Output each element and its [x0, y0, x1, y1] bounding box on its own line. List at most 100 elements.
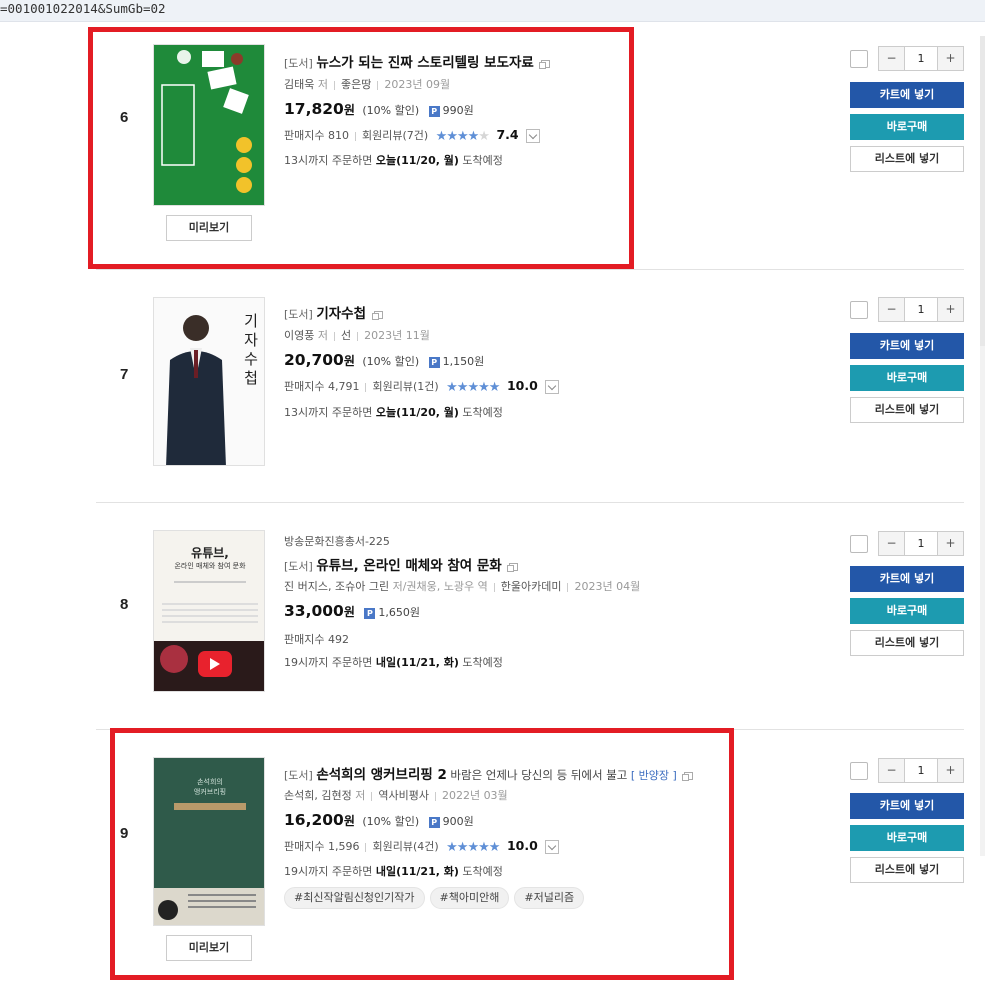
qty-minus-button[interactable]: −	[879, 759, 904, 782]
sale-price: 33,000	[284, 602, 344, 620]
series-link[interactable]: 방송문화진흥총서-225	[284, 535, 390, 548]
row-divider	[96, 269, 964, 270]
svg-text:기: 기	[244, 312, 258, 330]
buy-now-button[interactable]: 바로구매	[850, 114, 964, 140]
rating-score: 10.0	[506, 378, 538, 393]
select-checkbox[interactable]	[850, 535, 868, 553]
cover-art: 유튜브, 온라인 매체와 참여 문화	[154, 531, 264, 691]
points-icon: P	[428, 356, 440, 368]
qty-input[interactable]: 1	[904, 47, 938, 70]
stats-line: 판매지수 4,791 회원리뷰(1건) ★★★★★ 10.0	[284, 378, 560, 395]
add-to-cart-button[interactable]: 카트에 넣기	[850, 82, 964, 108]
row-divider	[96, 502, 964, 503]
svg-text:유튜브,: 유튜브,	[191, 546, 229, 560]
quantity-stepper[interactable]: − 1 +	[878, 758, 964, 783]
author-line: 진 버지스, 조슈아 그린 저/권채웅, 노광우 역 한울아카데미 2023년 04…	[284, 578, 640, 594]
new-window-icon[interactable]	[507, 563, 519, 572]
delivery-line: 13시까지 주문하면 오늘(11/20, 월) 도착예정	[284, 404, 503, 420]
pub-date: 2023년 04월	[574, 580, 641, 593]
book-title-link[interactable]: 기자수첩	[316, 306, 366, 322]
book-cover-image[interactable]: 기 자 수 첩	[153, 297, 265, 466]
delivery-line: 19시까지 주문하면 내일(11/21, 화) 도착예정	[284, 654, 503, 670]
quantity-stepper[interactable]: − 1 +	[878, 531, 964, 556]
rating-dropdown-icon[interactable]	[545, 380, 560, 394]
sales-index: 판매지수 4,791	[284, 380, 360, 393]
add-to-cart-button[interactable]: 카트에 넣기	[850, 566, 964, 592]
separator	[334, 331, 335, 341]
points-icon: P	[364, 607, 376, 619]
add-to-cart-button[interactable]: 카트에 넣기	[850, 333, 964, 359]
qty-plus-button[interactable]: +	[938, 47, 963, 70]
qty-minus-button[interactable]: −	[879, 47, 904, 70]
delivery-prefix: 19시까지 주문하면	[284, 656, 373, 669]
select-checkbox[interactable]	[850, 50, 868, 68]
delivery-day: 오늘(11/20, 월)	[375, 406, 459, 419]
book-title-link[interactable]: 유튜브, 온라인 매체와 참여 문화	[316, 558, 501, 574]
price-unit: 원	[343, 605, 355, 619]
category-label: [도서]	[284, 560, 313, 573]
qty-plus-button[interactable]: +	[938, 759, 963, 782]
qty-minus-button[interactable]: −	[879, 298, 904, 321]
publisher-link[interactable]: 선	[341, 329, 351, 342]
add-to-cart-button[interactable]: 카트에 넣기	[850, 793, 964, 819]
address-bar-text[interactable]: =001001022014&SumGb=02	[0, 0, 985, 22]
new-window-icon[interactable]	[371, 311, 383, 320]
svg-text:첩: 첩	[244, 369, 258, 387]
delivery-suffix: 도착예정	[462, 656, 503, 669]
svg-text:수: 수	[244, 350, 258, 368]
separator	[357, 331, 359, 341]
price-line: 33,000원 P 1,650원	[284, 602, 420, 620]
publisher-link[interactable]: 한울아카데미	[501, 580, 562, 593]
select-checkbox[interactable]	[850, 762, 868, 780]
title-line: [도서] 유튜브, 온라인 매체와 참여 문화	[284, 554, 519, 574]
quantity-stepper[interactable]: − 1 +	[878, 46, 964, 71]
add-to-list-button[interactable]: 리스트에 넣기	[850, 857, 964, 883]
qty-input[interactable]: 1	[904, 759, 938, 782]
rating-stars: ★★★★★	[446, 380, 500, 395]
add-to-list-button[interactable]: 리스트에 넣기	[850, 397, 964, 423]
separator	[493, 582, 495, 592]
qty-plus-button[interactable]: +	[938, 298, 963, 321]
discount-rate: (10% 할인)	[362, 355, 420, 368]
review-count-link[interactable]: 회원리뷰(1건)	[372, 380, 438, 393]
separator	[567, 582, 569, 592]
add-to-list-button[interactable]: 리스트에 넣기	[850, 146, 964, 172]
buy-now-button[interactable]: 바로구매	[850, 825, 964, 851]
sales-index: 판매지수 492	[284, 633, 349, 646]
separator	[365, 382, 367, 392]
translator-text: 저/권채웅, 노광우 역	[392, 580, 488, 593]
buy-now-button[interactable]: 바로구매	[850, 365, 964, 391]
book-cover-image[interactable]: 유튜브, 온라인 매체와 참여 문화	[153, 530, 265, 692]
svg-text:온라인 매체와 참여 문화: 온라인 매체와 참여 문화	[174, 561, 246, 570]
qty-minus-button[interactable]: −	[879, 532, 904, 555]
cover-art: 기 자 수 첩	[154, 298, 264, 465]
author-link[interactable]: 이영풍	[284, 329, 314, 342]
stats-line: 판매지수 492	[284, 631, 349, 647]
delivery-day: 내일(11/21, 화)	[375, 656, 459, 669]
svg-text:자: 자	[244, 331, 258, 349]
buy-now-button[interactable]: 바로구매	[850, 598, 964, 624]
scrollbar-track-lower[interactable]	[980, 346, 985, 856]
author-suffix: 저	[317, 329, 328, 342]
points-value: 1,150원	[442, 355, 485, 368]
title-line: [도서] 기자수첩	[284, 302, 383, 322]
qty-input[interactable]: 1	[904, 532, 938, 555]
rank-number: 7	[120, 366, 129, 383]
scrollbar-track[interactable]	[980, 36, 985, 346]
qty-input[interactable]: 1	[904, 298, 938, 321]
series-line: 방송문화진흥총서-225	[284, 533, 390, 549]
delivery-prefix: 13시까지 주문하면	[284, 406, 373, 419]
points-value: 1,650원	[378, 606, 420, 619]
author-line: 이영풍 저 선 2023년 11월	[284, 327, 430, 343]
add-to-list-button[interactable]: 리스트에 넣기	[850, 630, 964, 656]
select-checkbox[interactable]	[850, 301, 868, 319]
category-label: [도서]	[284, 308, 313, 321]
author-link[interactable]: 진 버지스, 조슈아 그린	[284, 580, 389, 593]
price-line: 20,700원 (10% 할인) P 1,150원	[284, 351, 484, 369]
highlight-box	[110, 728, 734, 980]
rank-number: 8	[120, 596, 129, 613]
quantity-stepper[interactable]: − 1 +	[878, 297, 964, 322]
qty-plus-button[interactable]: +	[938, 532, 963, 555]
pub-date: 2023년 11월	[364, 329, 430, 342]
sale-price: 20,700	[284, 351, 344, 369]
